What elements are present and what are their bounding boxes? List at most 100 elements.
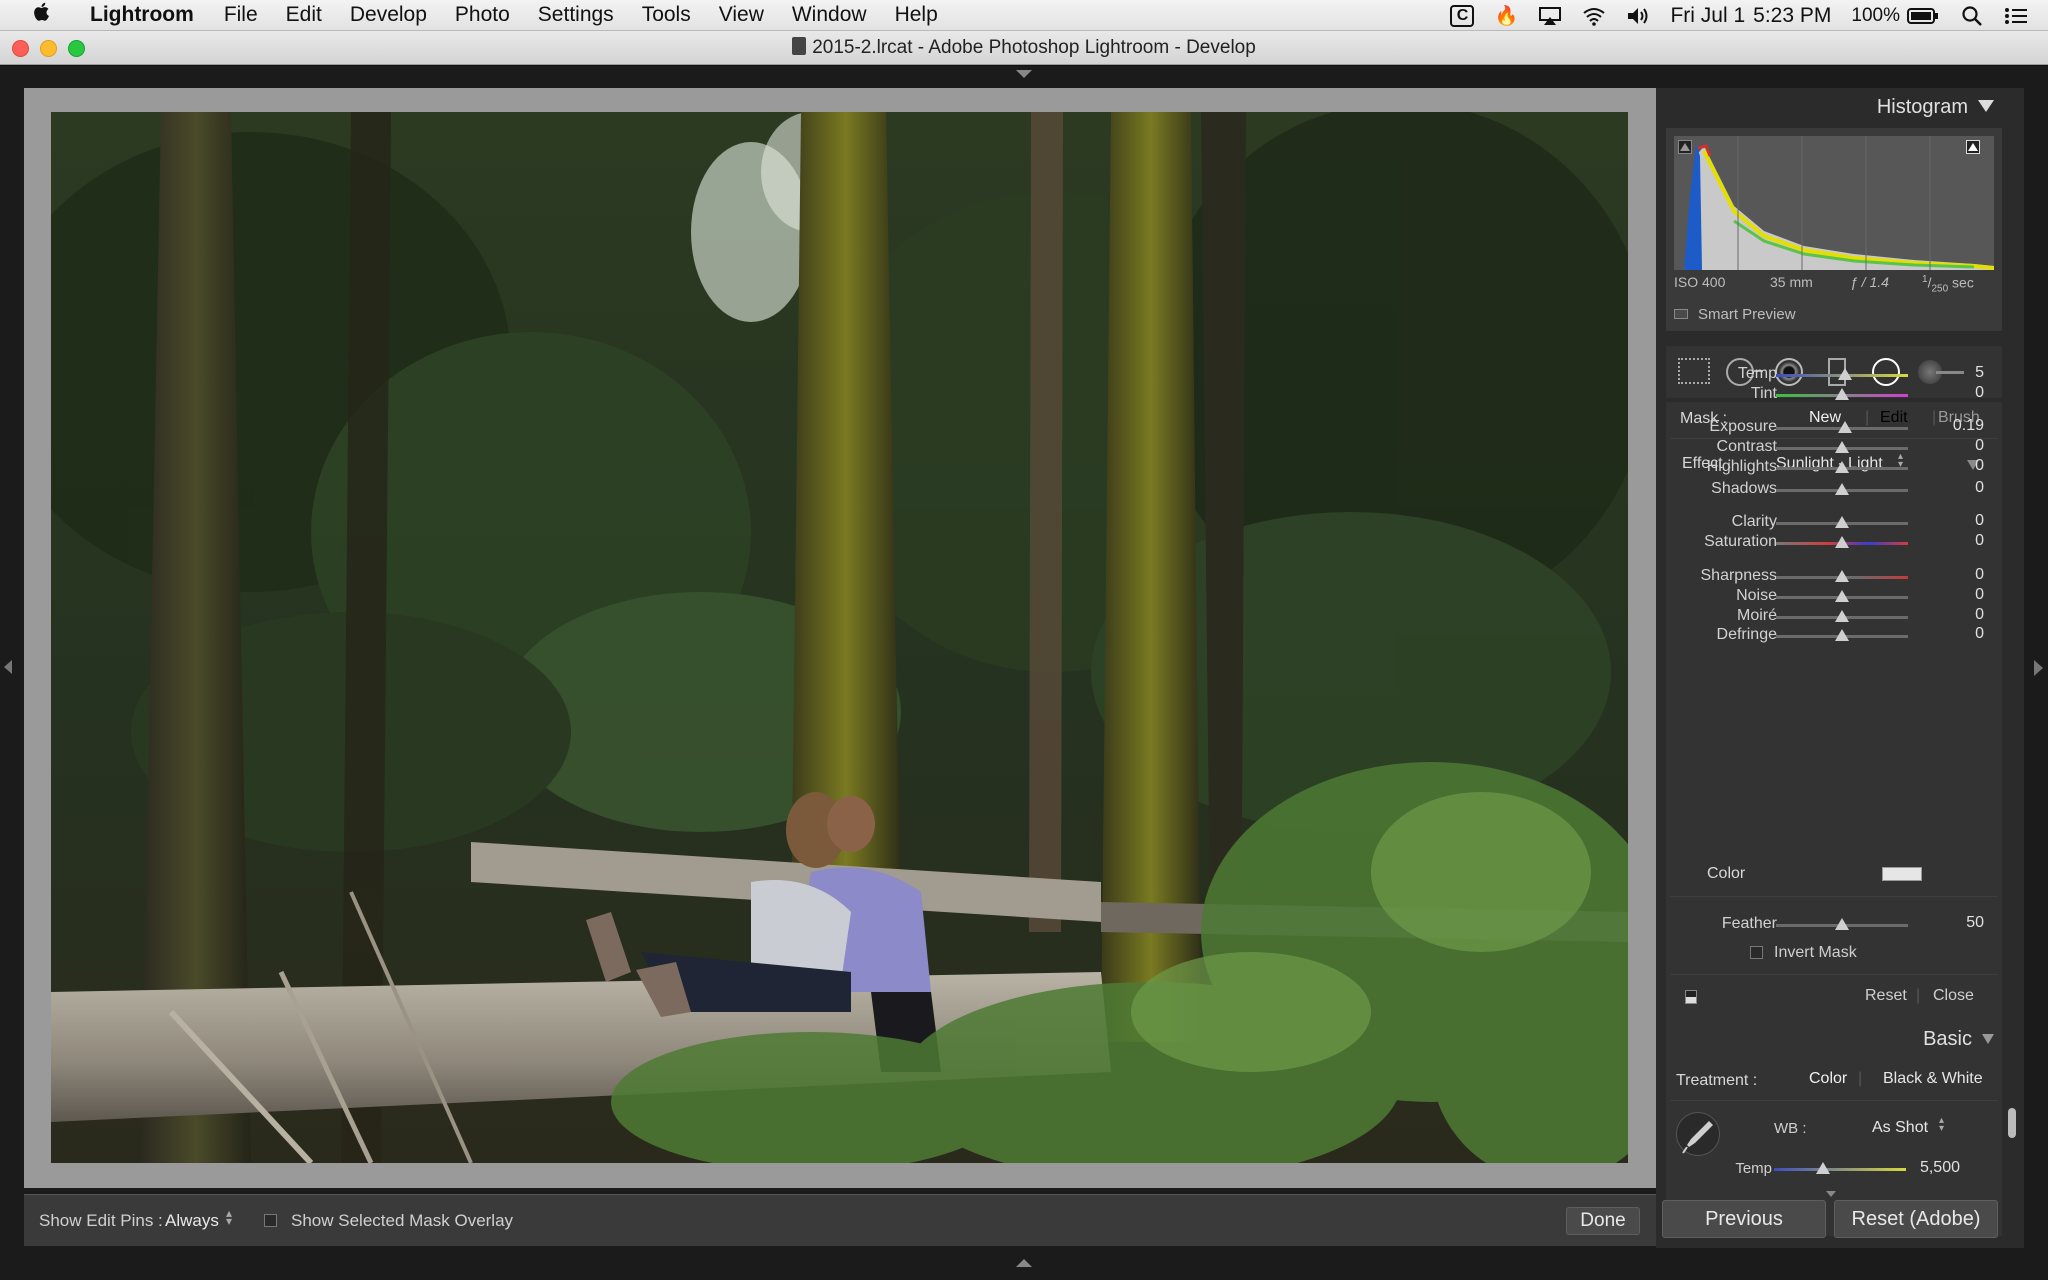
mask-slider-knob[interactable]: [1835, 590, 1849, 602]
clipboard-c-icon[interactable]: C: [1450, 4, 1475, 27]
clock-time[interactable]: 5:23 PM: [1753, 4, 1831, 28]
mask-slider-knob[interactable]: [1835, 570, 1849, 582]
mask-slider-value[interactable]: 0: [1924, 532, 1984, 550]
mask-slider-label: Noise: [1736, 587, 1777, 604]
photo-preview[interactable]: [51, 112, 1628, 1163]
mask-slider-value[interactable]: 0: [1924, 625, 1984, 643]
mask-overlay-label: Show Selected Mask Overlay: [291, 1211, 514, 1230]
highlight-clipping-toggle-icon[interactable]: [1966, 140, 1980, 154]
mask-slider-label: Highlights: [1706, 458, 1777, 475]
mask-slider-knob[interactable]: [1835, 461, 1849, 473]
basic-temp-label: Temp: [1735, 1160, 1772, 1177]
menu-window[interactable]: Window: [778, 3, 881, 27]
mask-slider-value[interactable]: 0: [1924, 479, 1984, 497]
mask-slider-value[interactable]: 0: [1924, 606, 1984, 624]
mask-reset-button[interactable]: Reset: [1865, 987, 1907, 1005]
mask-slider-knob[interactable]: [1835, 441, 1849, 453]
effect-preset-select[interactable]: Sunlight - Light: [1776, 455, 1883, 473]
bottom-panel-toggle-icon[interactable]: [1016, 1259, 1032, 1267]
mask-slider-value[interactable]: 0: [1924, 457, 1984, 475]
menu-settings[interactable]: Settings: [524, 3, 628, 27]
menu-help[interactable]: Help: [881, 3, 952, 27]
mask-slider-knob[interactable]: [1835, 536, 1849, 548]
reset-adobe-button[interactable]: Reset (Adobe): [1834, 1200, 1998, 1238]
smart-preview-label[interactable]: Smart Preview: [1698, 306, 1796, 323]
apple-menu-icon[interactable]: [22, 1, 62, 29]
mask-slider-knob[interactable]: [1835, 610, 1849, 622]
notification-center-icon[interactable]: [2004, 5, 2028, 27]
show-edit-pins-select[interactable]: Always: [165, 1211, 219, 1231]
airplay-icon[interactable]: [1538, 5, 1562, 27]
mask-slider-value[interactable]: 0: [1924, 586, 1984, 604]
color-label: Color: [1707, 865, 1746, 882]
right-panel-toggle-icon[interactable]: [2034, 660, 2043, 676]
window-title-wrap: 2015-2.lrcat - Adobe Photoshop Lightroom…: [0, 37, 2048, 59]
radial-filter-icon[interactable]: [1872, 358, 1900, 386]
treatment-divider: |: [1858, 1070, 1863, 1087]
mask-slider-value[interactable]: 0: [1924, 384, 1984, 402]
volume-icon[interactable]: [1626, 5, 1650, 27]
mask-new-button[interactable]: New: [1809, 409, 1841, 427]
white-balance-selector-icon[interactable]: [1676, 1112, 1720, 1156]
mask-close-button[interactable]: Close: [1933, 987, 1974, 1005]
spotlight-search-icon[interactable]: [1960, 5, 1984, 27]
basic-collapse-icon[interactable]: [1982, 1034, 1994, 1044]
mask-slider-knob[interactable]: [1835, 388, 1849, 400]
right-panel: Histogram ISO 400 35 mm ƒ / 1.4 1/250 se…: [1656, 88, 2024, 1248]
histogram-graph[interactable]: [1674, 136, 1995, 270]
mask-slider-value[interactable]: 5: [1924, 364, 1984, 382]
menu-develop[interactable]: Develop: [336, 3, 441, 27]
mask-edit-button[interactable]: Edit: [1880, 409, 1908, 427]
show-edit-pins-label: Show Edit Pins :: [39, 1211, 163, 1230]
mask-slider-value[interactable]: 0.19: [1924, 417, 1984, 435]
battery-icon[interactable]: [1906, 5, 1940, 27]
feather-slider-knob[interactable]: [1835, 918, 1849, 930]
histogram-header[interactable]: Histogram: [1877, 96, 1994, 119]
mask-slider-knob[interactable]: [1837, 368, 1852, 380]
treatment-color-button[interactable]: Color: [1809, 1070, 1847, 1088]
mask-slider-label: Sharpness: [1700, 567, 1778, 584]
mask-slider-value[interactable]: 0: [1924, 512, 1984, 530]
basic-temp-slider-track[interactable]: [1774, 1168, 1906, 1171]
menu-photo[interactable]: Photo: [441, 3, 524, 27]
shadow-clipping-toggle-icon[interactable]: [1678, 140, 1692, 154]
mask-slider-label: Shadows: [1711, 480, 1777, 497]
menu-bar: Lightroom File Edit Develop Photo Settin…: [0, 0, 2048, 31]
treatment-bw-button[interactable]: Black & White: [1883, 1070, 1983, 1088]
flame-icon[interactable]: 🔥: [1494, 5, 1519, 27]
color-swatch[interactable]: [1882, 867, 1922, 881]
basic-header[interactable]: Basic: [1923, 1028, 1994, 1051]
battery-percent[interactable]: 100%: [1851, 5, 1900, 27]
wifi-icon[interactable]: [1582, 5, 1606, 27]
mask-slider-knob[interactable]: [1835, 629, 1849, 641]
wb-select[interactable]: As Shot: [1872, 1119, 1928, 1137]
menu-app-name[interactable]: Lightroom: [76, 3, 210, 27]
histogram-title: Histogram: [1876, 96, 1968, 118]
left-panel-toggle-icon[interactable]: [4, 660, 12, 674]
menu-file[interactable]: File: [210, 3, 272, 27]
menu-edit[interactable]: Edit: [272, 3, 336, 27]
shutter-unit: sec: [1952, 274, 1974, 291]
mask-slider-knob[interactable]: [1835, 483, 1849, 495]
panel-scrollbar-thumb[interactable]: [2008, 1108, 2016, 1138]
clock-date[interactable]: Fri Jul 1: [1670, 4, 1745, 28]
mask-slider-knob[interactable]: [1835, 516, 1849, 528]
mask-slider-knob[interactable]: [1837, 421, 1852, 433]
document-icon: [792, 37, 807, 55]
collapse-triangle-icon[interactable]: [1978, 100, 1994, 112]
menu-view[interactable]: View: [705, 3, 778, 27]
red-eye-icon[interactable]: [1775, 358, 1803, 386]
basic-temp-slider-knob[interactable]: [1815, 1162, 1830, 1174]
shutter-numerator: 1: [1922, 274, 1928, 285]
top-panel-toggle-icon[interactable]: [1016, 70, 1032, 78]
mask-toggle-switch[interactable]: [1685, 990, 1697, 1004]
invert-mask-checkbox[interactable]: [1750, 946, 1763, 959]
mask-slider-value[interactable]: 0: [1924, 437, 1984, 455]
mask-slider-value[interactable]: 0: [1924, 566, 1984, 584]
mask-overlay-checkbox[interactable]: [264, 1214, 277, 1227]
menu-tools[interactable]: Tools: [628, 3, 705, 27]
basic-temp-value[interactable]: 5,500: [1900, 1159, 1960, 1177]
done-button[interactable]: Done: [1566, 1207, 1640, 1235]
previous-button[interactable]: Previous: [1662, 1200, 1826, 1238]
feather-value[interactable]: 50: [1924, 914, 1984, 932]
